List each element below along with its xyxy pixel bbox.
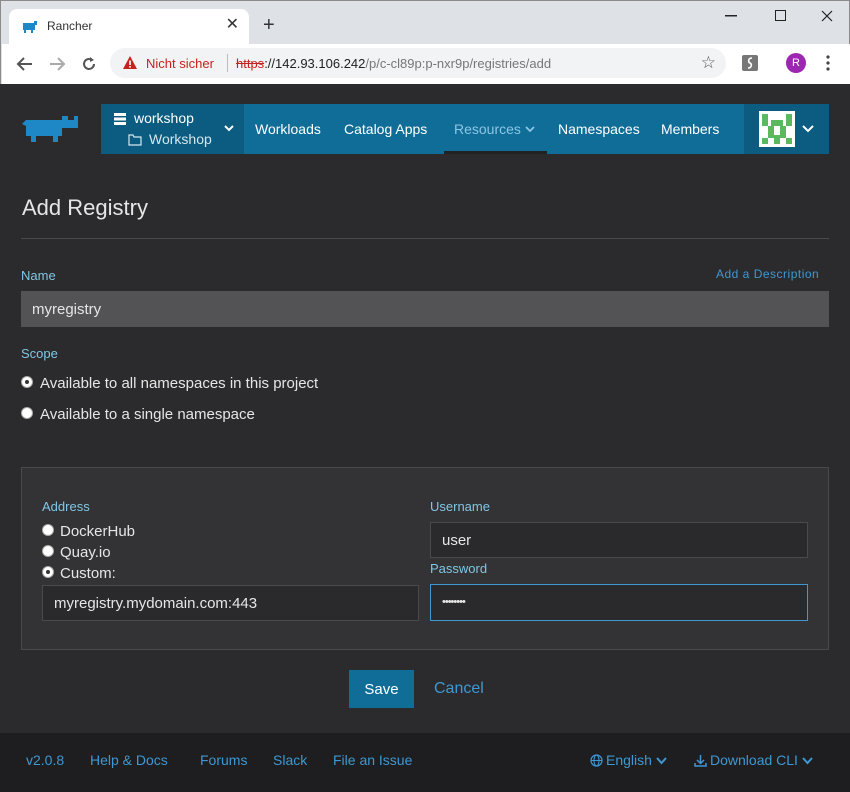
download-icon [694, 755, 707, 767]
registry-credentials-panel [21, 467, 829, 650]
folder-icon [128, 134, 142, 146]
rancher-logo-icon[interactable] [22, 114, 78, 144]
user-chevron-icon [802, 125, 814, 133]
nav-resources[interactable]: Resources [454, 121, 535, 137]
tab-title: Rancher [47, 19, 93, 33]
bookmark-star-icon[interactable]: ☆ [701, 53, 716, 73]
user-avatar-icon[interactable] [759, 111, 795, 147]
active-nav-indicator [444, 151, 547, 154]
browser-toolbar: Nicht sicher https://142.93.106.242/p/c-… [2, 44, 850, 84]
back-arrow-icon[interactable] [16, 55, 34, 73]
url-host: ://142.93.106.242 [264, 56, 366, 71]
globe-icon [590, 754, 603, 767]
maximize-icon[interactable] [775, 10, 787, 22]
language-label: English [606, 752, 652, 768]
page-title: Add Registry [22, 195, 148, 220]
title-divider [21, 238, 829, 239]
address-custom-label[interactable]: Custom: [60, 565, 116, 582]
name-label: Name [21, 268, 56, 283]
download-chevron-icon [802, 757, 813, 765]
nav-members[interactable]: Members [661, 121, 719, 137]
username-label: Username [430, 499, 490, 514]
address-quay-radio[interactable] [42, 545, 54, 557]
scope-single-radio[interactable] [21, 407, 33, 419]
omnibox-divider [227, 54, 228, 72]
browser-tab[interactable]: Rancher ✕ [9, 9, 249, 44]
custom-address-input[interactable] [42, 585, 419, 621]
address-custom-radio[interactable] [42, 566, 54, 578]
registry-name-input[interactable] [21, 291, 829, 327]
url-text: https://142.93.106.242/p/c-cl89p:p-nxr9p… [236, 56, 551, 71]
project-name: Workshop [149, 131, 212, 147]
download-cli-selector[interactable]: Download CLI [694, 752, 813, 768]
forward-arrow-icon[interactable] [48, 55, 66, 73]
scope-single-label[interactable]: Available to a single namespace [40, 406, 255, 423]
nav-workloads[interactable]: Workloads [255, 121, 321, 137]
slack-link[interactable]: Slack [273, 752, 307, 768]
browser-menu-icon[interactable] [825, 55, 831, 71]
version-link[interactable]: v2.0.8 [26, 752, 64, 768]
cluster-name: workshop [134, 110, 194, 126]
project-switcher[interactable]: workshop Workshop [101, 104, 244, 154]
username-input[interactable] [430, 522, 808, 558]
nav-catalog-apps[interactable]: Catalog Apps [344, 121, 427, 137]
address-quay-label[interactable]: Quay.io [60, 544, 111, 561]
address-dockerhub-label[interactable]: DockerHub [60, 523, 135, 540]
download-cli-label: Download CLI [710, 752, 798, 768]
file-issue-link[interactable]: File an Issue [333, 752, 412, 768]
address-bar[interactable]: Nicht sicher https://142.93.106.242/p/c-… [110, 48, 726, 78]
tab-close-icon[interactable]: ✕ [226, 17, 239, 33]
new-tab-button[interactable]: + [263, 15, 275, 35]
warning-icon [123, 56, 137, 69]
forums-link[interactable]: Forums [200, 752, 247, 768]
browser-chrome: Rancher ✕ + Nicht sicher https://142.93.… [0, 0, 850, 84]
url-scheme: https [236, 56, 265, 71]
cancel-link[interactable]: Cancel [434, 680, 484, 698]
resources-chevron-icon [525, 126, 535, 133]
chevron-down-icon [224, 125, 234, 132]
extension-icon[interactable] [741, 54, 759, 72]
url-path: /p/c-cl89p:p-nxr9p/registries/add [365, 56, 552, 71]
window-close-icon[interactable] [821, 10, 833, 22]
help-docs-link[interactable]: Help & Docs [90, 752, 168, 768]
cluster-icon [114, 113, 126, 125]
nav-resources-label: Resources [454, 121, 521, 137]
scope-all-radio[interactable] [21, 376, 33, 388]
minimize-icon[interactable] [725, 15, 737, 17]
password-label: Password [430, 561, 488, 576]
address-label: Address [42, 499, 90, 514]
nav-namespaces[interactable]: Namespaces [558, 121, 640, 137]
scope-all-label[interactable]: Available to all namespaces in this proj… [40, 375, 318, 392]
save-button[interactable]: Save [349, 670, 414, 708]
add-description-link[interactable]: Add a Description [716, 267, 819, 281]
address-dockerhub-radio[interactable] [42, 524, 54, 536]
not-secure-label: Nicht sicher [146, 56, 214, 71]
scope-label: Scope [21, 346, 58, 361]
language-chevron-icon [656, 757, 667, 765]
profile-avatar[interactable]: R [786, 53, 806, 73]
password-input[interactable]: •••••••• [430, 584, 808, 621]
reload-icon[interactable] [80, 55, 98, 73]
language-selector[interactable]: English [590, 752, 667, 768]
rancher-favicon-icon [23, 21, 37, 33]
